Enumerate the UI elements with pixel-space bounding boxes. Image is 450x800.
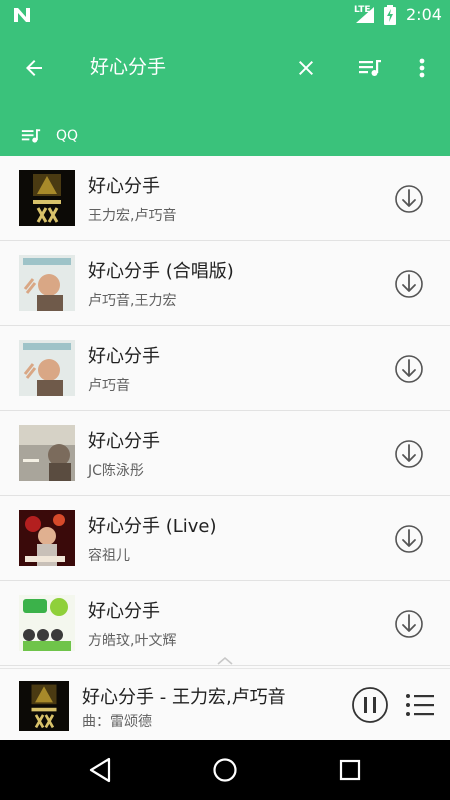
song-row[interactable]: 好心分手 (合唱版) 卢巧音,王力宏 [0, 241, 450, 326]
play-queue-button[interactable] [352, 50, 388, 86]
album-cover [19, 595, 75, 651]
arrow-left-icon [26, 60, 42, 76]
queue-music-icon [21, 129, 41, 143]
now-playing-bar[interactable]: 好心分手 - 王力宏,卢巧音 曲：雷颂德 [0, 668, 450, 741]
album-cover [19, 340, 75, 396]
app-bar: 好心分手 QQ [0, 30, 450, 156]
download-icon[interactable] [392, 267, 426, 301]
search-query[interactable]: 好心分手 [90, 52, 166, 79]
pause-icon[interactable] [351, 686, 389, 724]
queue-music-icon [359, 60, 381, 76]
clock: 2:04 [406, 5, 442, 24]
back-button[interactable] [16, 50, 52, 86]
song-artist: 方皓玟,叶文辉 [88, 633, 177, 649]
song-row[interactable]: 好心分手 王力宏,卢巧音 [0, 156, 450, 241]
song-artist: 容祖儿 [88, 548, 130, 564]
song-title: 好心分手 (合唱版) [88, 261, 234, 282]
song-artist: 卢巧音 [88, 378, 130, 394]
nav-recents-icon[interactable] [339, 759, 361, 781]
more-options-button[interactable] [406, 50, 438, 86]
clear-search-button[interactable] [288, 50, 324, 86]
album-cover [19, 510, 75, 566]
android-n-icon [14, 8, 30, 22]
song-title: 好心分手 (Live) [88, 516, 217, 537]
download-icon[interactable] [392, 522, 426, 556]
chevron-up-icon[interactable] [216, 656, 234, 666]
close-icon [299, 61, 313, 75]
song-row[interactable]: 好心分手 方皓玟,叶文辉 [0, 581, 450, 666]
song-title: 好心分手 [88, 431, 160, 452]
album-cover [19, 425, 75, 481]
album-cover [19, 255, 75, 311]
system-nav-bar [0, 740, 450, 800]
download-icon[interactable] [392, 437, 426, 471]
signal-icon [356, 7, 374, 23]
download-icon[interactable] [392, 352, 426, 386]
status-bar: LTE 2:04 [0, 0, 450, 30]
now-playing-title: 好心分手 - 王力宏,卢巧音 [82, 687, 286, 708]
song-row[interactable]: 好心分手 (Live) 容祖儿 [0, 496, 450, 581]
song-row[interactable]: 好心分手 JC陈泳彤 [0, 411, 450, 496]
album-cover [19, 170, 75, 226]
song-title: 好心分手 [88, 601, 160, 622]
more-vert-icon [419, 58, 425, 78]
playlist-icon[interactable] [405, 691, 435, 719]
nav-home-icon[interactable] [212, 757, 238, 783]
source-label: QQ [56, 128, 79, 144]
download-icon[interactable] [392, 182, 426, 216]
song-title: 好心分手 [88, 346, 160, 367]
now-playing-cover [19, 681, 69, 731]
song-row[interactable]: 好心分手 卢巧音 [0, 326, 450, 411]
song-title: 好心分手 [88, 176, 160, 197]
nav-back-icon[interactable] [87, 756, 113, 784]
now-playing-subtitle: 曲：雷颂德 [82, 714, 152, 730]
battery-charging-icon [384, 5, 396, 25]
song-artist: 卢巧音,王力宏 [88, 293, 177, 309]
song-artist: JC陈泳彤 [88, 463, 144, 479]
source-selector[interactable]: QQ [20, 126, 78, 146]
song-list: 好心分手 王力宏,卢巧音 好心分手 (合唱版) 卢巧音,王力宏 好心分手 卢巧音… [0, 156, 450, 666]
song-artist: 王力宏,卢巧音 [88, 208, 177, 224]
download-icon[interactable] [392, 607, 426, 641]
